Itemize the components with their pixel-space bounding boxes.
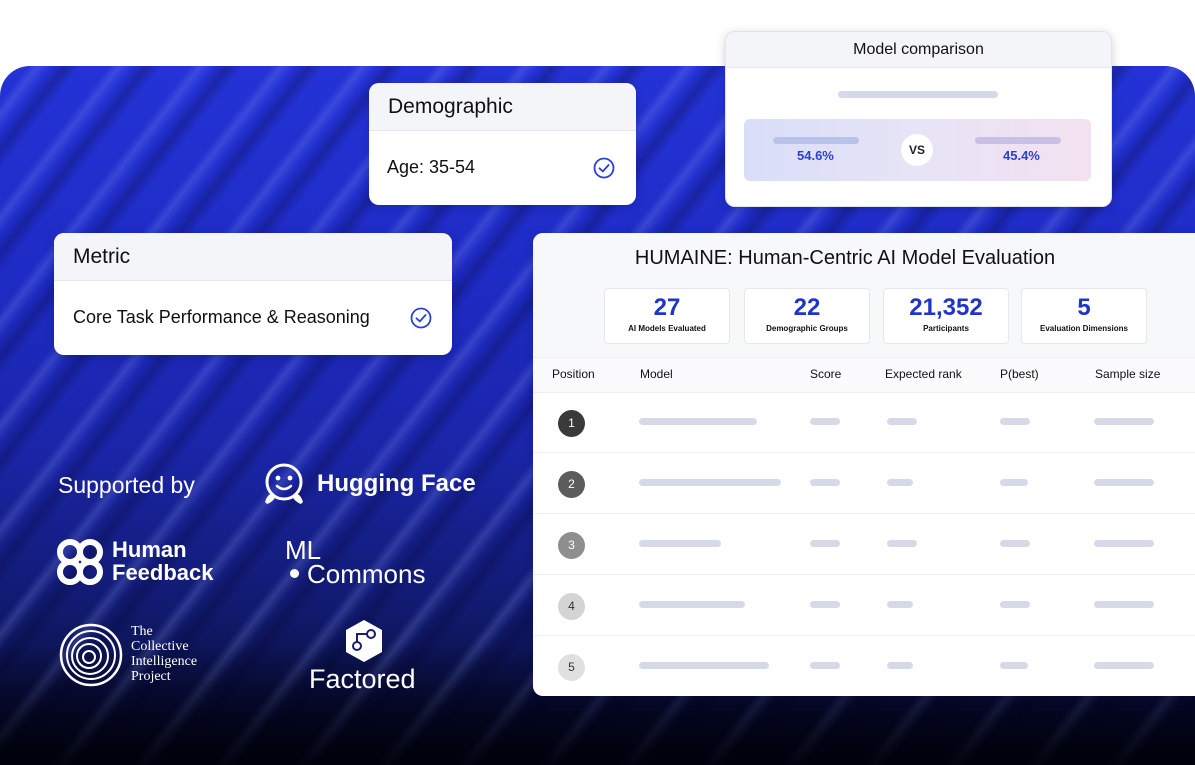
sample-placeholder xyxy=(1094,540,1154,547)
column-header-model[interactable]: Model xyxy=(640,367,673,381)
model-placeholder xyxy=(639,418,757,425)
pbest-placeholder xyxy=(1000,601,1030,608)
hugging-face-logo[interactable]: Hugging Face xyxy=(261,462,481,508)
stat-label: Participants xyxy=(923,324,969,333)
score-placeholder xyxy=(810,479,840,486)
stat-value: 27 xyxy=(653,294,681,321)
left-model-percent: 54.6% xyxy=(797,148,834,163)
stat-participants: 21,352 Participants xyxy=(883,288,1009,344)
position-badge: 2 xyxy=(558,471,585,498)
hugging-face-icon xyxy=(265,463,303,504)
supported-by-label: Supported by xyxy=(58,472,195,498)
human-feedback-icon xyxy=(57,539,103,585)
leaderboard-card: HUMAINE: Human-Centric AI Model Evaluati… xyxy=(533,233,1195,696)
right-model-percent: 45.4% xyxy=(1003,148,1040,163)
tree-rings-icon xyxy=(59,623,123,687)
factored-hexagon-icon xyxy=(346,620,382,662)
table-row[interactable]: 1 xyxy=(533,392,1195,453)
human-feedback-logo[interactable]: Human Feedback xyxy=(57,538,247,588)
rank-placeholder xyxy=(887,540,917,547)
vs-badge: VS xyxy=(901,134,933,166)
check-circle-icon xyxy=(410,307,432,329)
mlcommons-logo[interactable]: ML Commons xyxy=(283,536,463,590)
metric-value[interactable]: Core Task Performance & Reasoning xyxy=(73,280,370,355)
dot-icon xyxy=(290,569,299,578)
demographic-card[interactable]: Demographic Age: 35-54 xyxy=(369,83,636,205)
table-row[interactable]: 3 xyxy=(533,514,1195,575)
versus-panel: 54.6% VS 45.4% xyxy=(744,119,1091,181)
stat-value: 5 xyxy=(1077,294,1091,321)
model-comparison-title: Model comparison xyxy=(726,32,1111,68)
sample-placeholder xyxy=(1094,662,1154,669)
cip-line-2: Collective xyxy=(131,639,189,654)
score-placeholder xyxy=(810,662,840,669)
position-badge: 4 xyxy=(558,593,585,620)
position-badge: 5 xyxy=(558,654,585,681)
factored-logo[interactable]: Factored xyxy=(303,618,427,694)
stat-demographic-groups: 22 Demographic Groups xyxy=(744,288,870,344)
check-circle-icon xyxy=(593,157,615,179)
cip-line-4: Project xyxy=(131,669,171,684)
table-row[interactable]: 5 xyxy=(533,636,1195,696)
rank-placeholder xyxy=(887,662,913,669)
placeholder-bar xyxy=(975,137,1061,144)
model-placeholder xyxy=(639,540,721,547)
stat-value: 22 xyxy=(793,294,821,321)
pbest-placeholder xyxy=(1000,479,1028,486)
leaderboard-title: HUMAINE: Human-Centric AI Model Evaluati… xyxy=(634,247,1056,269)
stat-value: 21,352 xyxy=(909,294,983,321)
stat-models: 27 AI Models Evaluated xyxy=(604,288,730,344)
cip-line-1: The xyxy=(131,624,153,639)
position-badge: 1 xyxy=(558,410,585,437)
hugging-face-name: Hugging Face xyxy=(317,470,476,497)
stat-label: AI Models Evaluated xyxy=(628,324,706,333)
sample-placeholder xyxy=(1094,479,1154,486)
factored-name: Factored xyxy=(309,664,416,694)
model-placeholder xyxy=(639,601,745,608)
score-placeholder xyxy=(810,418,840,425)
score-placeholder xyxy=(810,540,840,547)
metric-card[interactable]: Metric Core Task Performance & Reasoning xyxy=(54,233,452,355)
cip-line-3: Intelligence xyxy=(131,654,198,669)
demographic-value[interactable]: Age: 35-54 xyxy=(387,130,475,205)
rank-placeholder xyxy=(887,418,917,425)
column-header-score[interactable]: Score xyxy=(810,367,841,381)
stat-label: Evaluation Dimensions xyxy=(1039,324,1129,333)
placeholder-bar xyxy=(773,137,859,144)
score-placeholder xyxy=(810,601,840,608)
human-feedback-line-2: Feedback xyxy=(112,560,214,585)
table-row[interactable]: 4 xyxy=(533,575,1195,636)
column-header-position[interactable]: Position xyxy=(552,367,595,381)
rank-placeholder xyxy=(887,479,913,486)
placeholder-bar xyxy=(838,91,998,98)
metric-title: Metric xyxy=(54,233,452,281)
table-row[interactable]: 2 xyxy=(533,453,1195,514)
stat-evaluation-dimensions: 5 Evaluation Dimensions xyxy=(1021,288,1147,344)
sample-placeholder xyxy=(1094,601,1154,608)
human-feedback-line-1: Human xyxy=(112,537,187,562)
column-header-expected-rank[interactable]: Expected rank xyxy=(885,367,962,381)
mlcommons-line-2: Commons xyxy=(307,559,426,589)
sample-placeholder xyxy=(1094,418,1154,425)
pbest-placeholder xyxy=(1000,418,1030,425)
pbest-placeholder xyxy=(1000,662,1028,669)
model-placeholder xyxy=(639,662,769,669)
pbest-placeholder xyxy=(1000,540,1030,547)
model-placeholder xyxy=(639,479,781,486)
stat-label: Demographic Groups xyxy=(766,324,848,333)
rank-placeholder xyxy=(887,601,913,608)
position-badge: 3 xyxy=(558,532,585,559)
column-header-p-best[interactable]: P(best) xyxy=(1000,367,1039,381)
model-comparison-card: Model comparison 54.6% VS 45.4% xyxy=(725,31,1112,207)
column-header-sample-size[interactable]: Sample size xyxy=(1095,367,1160,381)
collective-intelligence-logo[interactable]: The Collective Intelligence Project xyxy=(58,622,238,692)
demographic-title: Demographic xyxy=(369,83,636,131)
